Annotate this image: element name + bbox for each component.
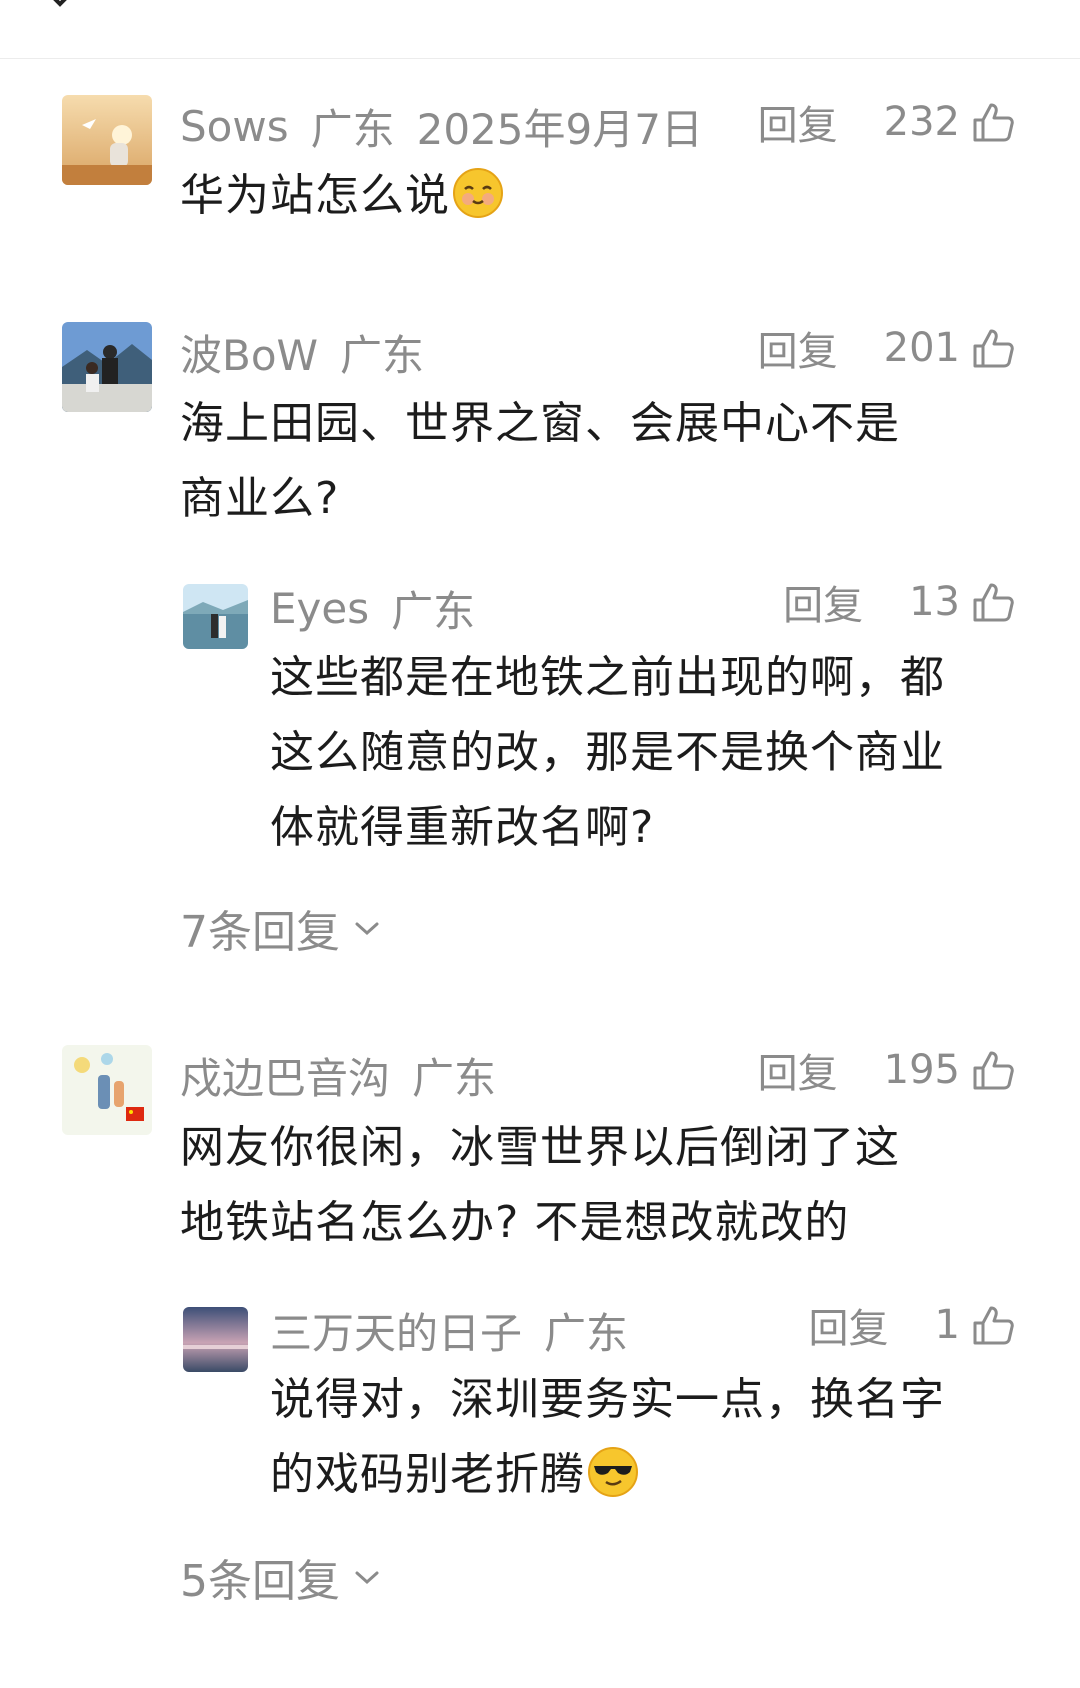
- thumbs-up-icon[interactable]: [972, 581, 1014, 623]
- location: 广东: [340, 330, 425, 380]
- location: 广东: [412, 1053, 497, 1103]
- comment-meta: 波BoW 广东: [180, 322, 446, 382]
- comment-text-line: 华为站怎么说: [180, 170, 450, 221]
- chevron-down-icon: [352, 918, 382, 938]
- location: 广东: [310, 104, 395, 154]
- reply-button[interactable]: 回复: [758, 319, 838, 377]
- avatar[interactable]: [62, 322, 152, 412]
- comment-text-line: 商业么?: [180, 473, 340, 524]
- comment-actions: 回复 232: [758, 92, 1014, 152]
- location: 广东: [544, 1308, 629, 1358]
- reply-meta: 三万天的日子 广东: [270, 1300, 650, 1360]
- more-replies-label: 7条回复: [180, 907, 340, 958]
- reply-text: 说得对，深圳要务实一点，换名字 的戏码别老折腾: [270, 1362, 945, 1512]
- username[interactable]: 戍边巴音沟: [180, 1045, 390, 1106]
- avatar[interactable]: [62, 1045, 152, 1135]
- avatar[interactable]: [62, 95, 152, 185]
- location: 广东: [391, 586, 476, 636]
- like-count: 195: [883, 1047, 960, 1093]
- reply-text: 这些都是在地铁之前出现的啊，都 这么随意的改，那是不是换个商业 体就得重新改名啊…: [270, 640, 945, 865]
- reply-text-line: 这么随意的改，那是不是换个商业: [270, 727, 945, 778]
- thumbs-up-icon[interactable]: [972, 1049, 1014, 1091]
- more-replies-label: 5条回复: [180, 1556, 340, 1607]
- reply-button[interactable]: 回复: [783, 573, 863, 631]
- comment-text: 海上田园、世界之窗、会展中心不是 商业么?: [180, 386, 900, 536]
- more-replies-button[interactable]: 7条回复: [180, 896, 382, 960]
- smiling-face-emoji: [452, 167, 504, 219]
- reply-meta: Eyes 广东: [270, 578, 497, 638]
- reply-text-line: 说得对，深圳要务实一点，换名字: [270, 1374, 945, 1425]
- like-count: 232: [883, 99, 960, 145]
- reply-actions: 回复 1: [809, 1295, 1014, 1355]
- like-count: 13: [909, 579, 960, 625]
- comment-meta: 戍边巴音沟 广东: [180, 1045, 518, 1105]
- avatar[interactable]: [183, 1307, 248, 1372]
- reply-text-line: 这些都是在地铁之前出现的啊，都: [270, 652, 945, 703]
- comment-text-line: 地铁站名怎么办? 不是想改就改的: [180, 1197, 850, 1248]
- reply-button[interactable]: 回复: [809, 1296, 889, 1354]
- comment-text-line: 网友你很闲，冰雪世界以后倒闭了这: [180, 1122, 900, 1173]
- more-replies-button[interactable]: 5条回复: [180, 1545, 382, 1609]
- comment-meta: Sows 广东 2025年9月7日: [180, 96, 703, 156]
- like-count: 1: [934, 1302, 960, 1348]
- avatar[interactable]: [183, 584, 248, 649]
- thumbs-up-icon[interactable]: [972, 327, 1014, 369]
- comment-text-line: 海上田园、世界之窗、会展中心不是: [180, 398, 900, 449]
- comment-actions: 回复 195: [758, 1040, 1014, 1100]
- reply-actions: 回复 13: [783, 572, 1014, 632]
- thumbs-up-icon[interactable]: [972, 1304, 1014, 1346]
- reply-button[interactable]: 回复: [758, 1041, 838, 1099]
- reply-button[interactable]: 回复: [758, 93, 838, 151]
- reply-text-line: 体就得重新改名啊?: [270, 802, 655, 853]
- reply-text-line: 的戏码别老折腾: [270, 1437, 945, 1512]
- username[interactable]: 三万天的日子: [270, 1300, 522, 1361]
- sunglasses-emoji: [587, 1446, 639, 1498]
- username[interactable]: 波BoW: [180, 322, 318, 383]
- comment-text: 网友你很闲，冰雪世界以后倒闭了这 地铁站名怎么办? 不是想改就改的: [180, 1110, 900, 1260]
- chevron-down-icon: [352, 1567, 382, 1587]
- like-count: 201: [883, 325, 960, 371]
- reply-text-segment: 的戏码别老折腾: [270, 1449, 585, 1500]
- username[interactable]: Eyes: [270, 584, 369, 633]
- username[interactable]: Sows: [180, 102, 289, 151]
- close-icon[interactable]: [38, 0, 82, 8]
- comment-text: 华为站怎么说: [180, 158, 504, 233]
- comment-date: 2025年9月7日: [416, 104, 703, 154]
- thumbs-up-icon[interactable]: [972, 101, 1014, 143]
- comment-actions: 回复 201: [758, 318, 1014, 378]
- top-bar: [0, 0, 1080, 59]
